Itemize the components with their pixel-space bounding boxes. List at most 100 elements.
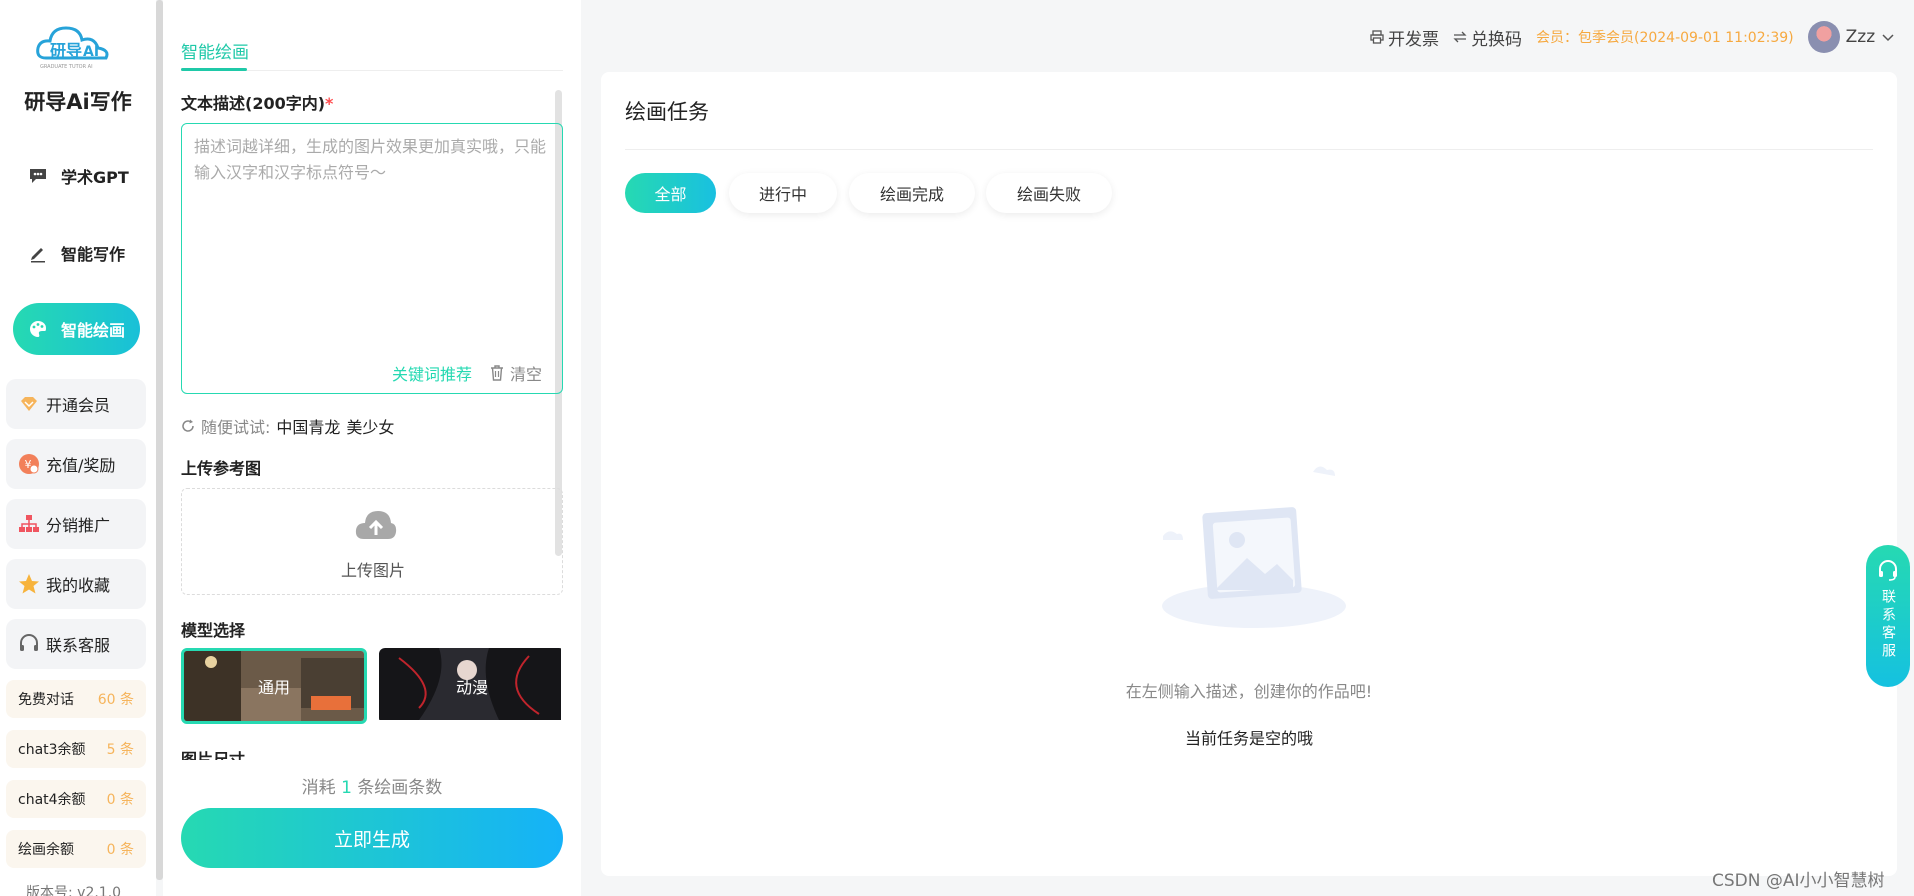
refresh-icon[interactable] <box>181 419 195 433</box>
palette-icon <box>27 318 49 340</box>
pen-icon <box>27 242 49 264</box>
star-icon <box>18 573 40 595</box>
brand-name: 研导Ai写作 <box>24 90 132 114</box>
sidebar-item-label: 开通会员 <box>46 396 111 415</box>
headset-icon <box>18 633 40 655</box>
image-size-label: 图片尺寸 <box>181 750 246 760</box>
top-header: 开发票 兑换码 会员：包季会员(2024-09-01 11:02:39) Zzz <box>1370 21 1896 53</box>
sidebar-item-favorites[interactable]: 我的收藏 <box>6 559 146 609</box>
quota-label: 免费对话 <box>18 692 74 708</box>
empty-text: 当前任务是空的哦 <box>1184 729 1313 748</box>
title-divider <box>625 149 1873 150</box>
invoice-link[interactable]: 开发票 <box>1370 25 1439 50</box>
desc-label-text: 文本描述(200字内) <box>181 94 326 113</box>
logo: 研导 AI GRADUATE TUTOR AI <box>36 22 112 72</box>
floating-service-label: 联系客服 <box>1880 589 1896 661</box>
floating-customer-service-button[interactable]: 联系客服 <box>1866 545 1910 687</box>
avatar <box>1807 21 1840 53</box>
cost-info: 消耗 1 条绘画条数 <box>163 773 581 798</box>
quota-value: 0 条 <box>106 792 134 808</box>
nav-item-smart-writing[interactable]: 智能写作 <box>13 227 140 279</box>
sidebar-item-recharge[interactable]: ¥ 充值/奖励 <box>6 439 146 489</box>
cost-number: 1 <box>341 778 352 798</box>
quota-free-chat: 免费对话 60 条 <box>6 680 146 718</box>
quota-label: chat4余额 <box>18 792 86 808</box>
sidebar: 研导 AI GRADUATE TUTOR AI 研导Ai写作 学术GPT 智能写… <box>0 0 156 896</box>
nav-item-academic-gpt[interactable]: 学术GPT <box>13 150 140 202</box>
generate-button[interactable]: 立即生成 <box>181 808 563 868</box>
try-label: 随便试试: <box>201 418 271 437</box>
filter-tab-completed[interactable]: 绘画完成 <box>849 173 975 213</box>
printer-icon <box>1370 30 1384 44</box>
try-keyword[interactable]: 中国青龙 <box>276 414 340 438</box>
nav-item-smart-painting[interactable]: 智能绘画 <box>13 303 140 355</box>
redeem-label: 兑换码 <box>1471 29 1522 50</box>
try-keyword[interactable]: 美少女 <box>346 414 394 438</box>
model-select-label: 模型选择 <box>181 621 246 640</box>
quota-chat3: chat3余额 5 条 <box>6 730 146 768</box>
sidebar-scrollbar[interactable] <box>156 0 163 880</box>
invoice-label: 开发票 <box>1388 29 1439 50</box>
sidebar-item-vip[interactable]: 开通会员 <box>6 379 146 429</box>
painting-tasks-card: 绘画任务 全部 进行中 绘画完成 绘画失败 在左侧输入描述，创建你的作品吧! 当… <box>601 72 1897 876</box>
version-label: 版本号: v2.1.0 <box>26 885 122 896</box>
chevron-down-icon <box>1882 34 1894 42</box>
sidebar-item-label: 分销推广 <box>46 516 111 535</box>
quota-value: 0 条 <box>106 842 134 858</box>
sidebar-item-label: 充值/奖励 <box>46 456 116 475</box>
desc-textarea-box: 关键词推荐 清空 <box>181 123 563 394</box>
watermark: CSDN @AI小小智慧树 <box>1712 871 1885 891</box>
desc-input[interactable] <box>194 134 550 334</box>
sidebar-item-customer-service[interactable]: 联系客服 <box>6 619 146 669</box>
empty-state-illustration <box>1162 466 1346 628</box>
chat-icon <box>27 165 49 187</box>
desc-label: 文本描述(200字内)* <box>181 90 333 114</box>
exchange-icon <box>1453 31 1467 43</box>
svg-text:研导: 研导 <box>50 41 82 60</box>
membership-status: 会员：包季会员(2024-09-01 11:02:39) <box>1536 30 1794 46</box>
network-icon <box>18 513 40 535</box>
clear-button[interactable]: 清空 <box>490 361 542 385</box>
trash-icon <box>490 365 503 381</box>
nav-label: 智能绘画 <box>61 321 126 340</box>
upload-label: 上传参考图 <box>181 459 262 478</box>
nav-label: 智能写作 <box>61 245 126 264</box>
keyword-recommend-button[interactable]: 关键词推荐 <box>392 361 472 385</box>
quota-value: 5 条 <box>106 742 134 758</box>
quota-value: 60 条 <box>97 692 134 708</box>
redeem-code-link[interactable]: 兑换码 <box>1453 25 1522 50</box>
empty-hint: 在左侧输入描述，创建你的作品吧! <box>1125 682 1373 701</box>
upload-image-dropzone[interactable]: 上传图片 <box>181 488 563 595</box>
cloud-upload-icon <box>355 511 397 539</box>
quota-label: chat3余额 <box>18 742 86 758</box>
tab-smart-painting[interactable]: 智能绘画 <box>181 38 249 63</box>
sidebar-item-label: 我的收藏 <box>46 576 111 595</box>
nav-label: 学术GPT <box>61 168 129 187</box>
model-card-anime[interactable]: 动漫 <box>379 648 565 724</box>
recharge-coin-icon: ¥ <box>18 453 40 475</box>
model-label: 动漫 <box>455 678 488 697</box>
sidebar-item-label: 联系客服 <box>46 636 111 655</box>
upload-button-label: 上传图片 <box>340 561 405 580</box>
clear-label: 清空 <box>509 365 542 384</box>
headset-icon <box>1879 560 1897 581</box>
tab-active-indicator <box>181 68 247 71</box>
filter-tab-failed[interactable]: 绘画失败 <box>986 173 1112 213</box>
vip-diamond-icon <box>18 393 40 415</box>
username: Zzz <box>1845 27 1876 47</box>
svg-text:GRADUATE TUTOR AI: GRADUATE TUTOR AI <box>40 64 93 70</box>
model-label: 通用 <box>257 678 290 697</box>
required-mark: * <box>325 94 334 113</box>
filter-tab-in-progress[interactable]: 进行中 <box>729 173 837 213</box>
cost-prefix: 消耗 <box>301 778 336 798</box>
quota-chat4: chat4余额 0 条 <box>6 780 146 818</box>
svg-text:AI: AI <box>83 44 99 60</box>
user-menu[interactable]: Zzz <box>1807 21 1896 53</box>
page-title: 绘画任务 <box>625 100 709 124</box>
sidebar-item-distribution[interactable]: 分销推广 <box>6 499 146 549</box>
try-random-row: 随便试试: 中国青龙 美少女 <box>181 414 394 438</box>
model-card-general[interactable]: 通用 <box>181 648 367 724</box>
filter-tab-all[interactable]: 全部 <box>625 173 716 213</box>
quota-painting: 绘画余额 0 条 <box>6 830 146 868</box>
quota-label: 绘画余额 <box>18 842 74 858</box>
